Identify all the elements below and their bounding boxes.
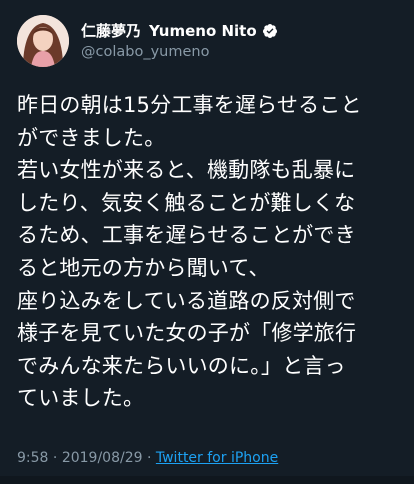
meta-separator-2: · xyxy=(146,450,152,466)
avatar[interactable] xyxy=(17,15,69,67)
tweet-line: ができました。 xyxy=(17,125,166,150)
verified-badge-icon xyxy=(262,23,278,39)
bottom-edge xyxy=(0,476,414,484)
tweet-line: 座り込みをしている道路の反対側で xyxy=(17,288,356,313)
tweet-line: ると地元の方から聞いて、 xyxy=(17,255,270,280)
display-name-row[interactable]: 仁藤夢乃 Yumeno Nito xyxy=(81,21,278,41)
tweet-source-link[interactable]: Twitter for iPhone xyxy=(156,450,278,466)
tweet-line: 様子を見ていた女の子が「修学旅行 xyxy=(17,321,357,346)
tweet-line: でみんな来たらいいのに。」と言っ xyxy=(17,353,346,378)
meta-separator: · xyxy=(52,450,58,466)
display-name-latin[interactable]: Yumeno Nito xyxy=(149,21,257,41)
tweet-line: ていました。 xyxy=(17,386,145,411)
tweet-card: 仁藤夢乃 Yumeno Nito @colabo_yumeno 昨日の朝は15分… xyxy=(0,0,414,484)
user-names: 仁藤夢乃 Yumeno Nito @colabo_yumeno xyxy=(81,21,278,62)
tweet-line: 若い女性が来ると、機動隊も乱暴に xyxy=(17,158,356,183)
tweet-time[interactable]: 9:58 xyxy=(17,450,48,466)
tweet-line: 昨日の朝は15分工事を遅らせること xyxy=(17,93,362,117)
tweet-text: 昨日の朝は15分工事を遅らせること ができました。 若い女性が来ると、機動隊も乱… xyxy=(17,89,409,415)
tweet-header: 仁藤夢乃 Yumeno Nito @colabo_yumeno xyxy=(17,14,278,68)
tweet-meta: 9:58 · 2019/08/29 · Twitter for iPhone xyxy=(17,449,278,467)
tweet-line: るため、工事を遅らせることができ xyxy=(17,223,356,248)
profile-photo-icon xyxy=(17,15,69,67)
tweet-date[interactable]: 2019/08/29 xyxy=(62,450,143,466)
display-name[interactable]: 仁藤夢乃 xyxy=(81,21,141,41)
user-handle[interactable]: @colabo_yumeno xyxy=(81,42,278,62)
tweet-line: したり、気安く触ることが難しくな xyxy=(17,190,356,215)
